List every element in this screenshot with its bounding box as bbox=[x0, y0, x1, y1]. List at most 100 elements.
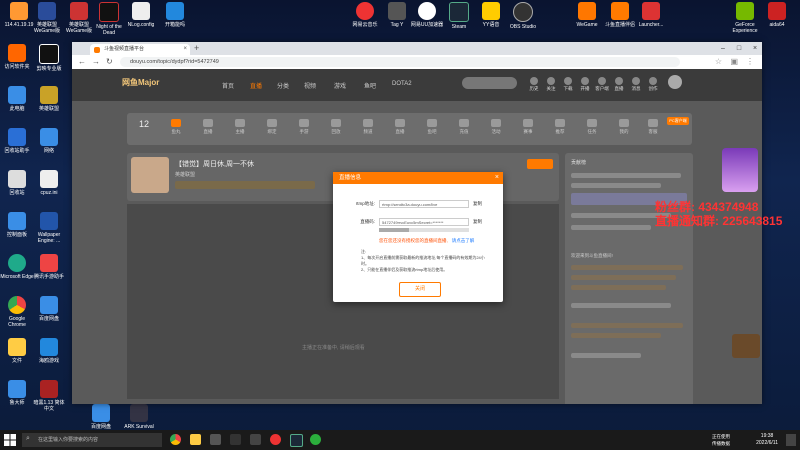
desktop-icon[interactable]: 访问软件夹 bbox=[0, 44, 34, 70]
create-button[interactable]: 创作 bbox=[646, 77, 660, 92]
category-item[interactable]: 我的 bbox=[613, 119, 635, 135]
pc-client-button[interactable]: PC客户端 bbox=[667, 117, 689, 125]
desktop-icon[interactable]: GeForce Experience bbox=[728, 2, 762, 34]
download-button[interactable]: 下载 bbox=[561, 77, 575, 92]
desktop-icon[interactable]: 鲁大师 bbox=[0, 380, 34, 406]
copy-rtmp-button[interactable]: 复制 bbox=[473, 201, 482, 207]
browser-tab[interactable]: 斗鱼视频直播平台 × bbox=[90, 44, 190, 55]
category-item[interactable]: 赛事 bbox=[517, 119, 539, 135]
reload-icon[interactable]: ↻ bbox=[106, 56, 113, 68]
category-item[interactable]: 12 bbox=[133, 119, 155, 129]
user-avatar[interactable] bbox=[668, 75, 682, 90]
desktop-icon[interactable]: OBS Studio bbox=[506, 2, 540, 30]
message-button[interactable]: 消息 bbox=[629, 77, 643, 92]
nav-home[interactable]: 首页 bbox=[222, 81, 234, 90]
netease-music-taskbar-icon[interactable] bbox=[270, 434, 281, 445]
desktop-icon[interactable]: 回收站助手 bbox=[0, 128, 34, 154]
category-item[interactable]: 直播 bbox=[389, 119, 411, 135]
desktop-icon[interactable]: 控制面板 bbox=[0, 212, 34, 238]
start-live-button[interactable]: 开播 bbox=[578, 77, 592, 92]
category-item[interactable]: 鱼丸 bbox=[165, 119, 187, 135]
app-taskbar-icon[interactable] bbox=[230, 434, 241, 445]
desktop-icon[interactable]: 开箱能吗 bbox=[158, 2, 192, 28]
category-item[interactable]: 主播 bbox=[229, 119, 251, 135]
client-button[interactable]: 客户端 bbox=[595, 77, 609, 92]
taskbar-clock[interactable]: 19:38 2022/6/11 bbox=[756, 433, 778, 447]
desktop-icon[interactable]: 英雄联盟 WeGame版 bbox=[62, 2, 96, 34]
desktop-icon[interactable]: Wallpaper Engine: ... bbox=[32, 212, 66, 244]
desktop-icon[interactable]: 网络 bbox=[32, 128, 66, 154]
nav-dota2[interactable]: DOTA2 bbox=[392, 81, 412, 87]
desktop-icon[interactable]: Microsoft Edge bbox=[0, 254, 34, 280]
streamer-avatar[interactable] bbox=[131, 157, 169, 193]
chrome-taskbar-icon[interactable] bbox=[170, 434, 181, 445]
desktop-icon[interactable]: aida64 bbox=[760, 2, 794, 28]
explorer-taskbar-icon[interactable] bbox=[190, 434, 201, 445]
minimize-button[interactable]: – bbox=[716, 42, 730, 55]
category-item[interactable]: 绑定 bbox=[261, 119, 283, 135]
app-taskbar-icon[interactable] bbox=[250, 434, 261, 445]
nav-games[interactable]: 游戏 bbox=[334, 81, 346, 90]
stream-code-field[interactable]: 5472749rrvcEuvc5mSecret=******* bbox=[379, 218, 469, 226]
category-item[interactable]: 鱼吧 bbox=[421, 119, 443, 135]
follow-button[interactable]: 关注 bbox=[544, 77, 558, 92]
taskbar-search[interactable]: 在这里输入你要搜索的内容 bbox=[22, 433, 162, 447]
desktop-icon[interactable]: 英雄联盟 WeGame版 bbox=[30, 2, 64, 34]
desktop-icon[interactable]: NLog.config bbox=[124, 2, 158, 28]
steam-taskbar-icon[interactable] bbox=[290, 434, 303, 447]
back-icon[interactable]: ← bbox=[78, 56, 86, 68]
scrollbar-thumb[interactable] bbox=[379, 228, 409, 232]
room-category[interactable]: 英雄联盟 bbox=[175, 171, 195, 178]
desktop-icon[interactable]: Google Chrome bbox=[0, 296, 34, 328]
desktop-icon[interactable]: 此电脑 bbox=[0, 86, 34, 112]
desktop-icon[interactable]: 网易云音乐 bbox=[348, 2, 382, 28]
live-button[interactable]: 直播 bbox=[612, 77, 626, 92]
desktop-icon[interactable]: 百度网盘 bbox=[32, 296, 66, 322]
desktop-icon[interactable]: 文件 bbox=[0, 338, 34, 364]
close-dialog-button[interactable]: 关闭 bbox=[399, 282, 441, 297]
desktop-icon[interactable]: Steam bbox=[442, 2, 476, 30]
url-field[interactable]: douyu.com/topic/dydpf?rid=5472749 bbox=[120, 57, 680, 67]
wechat-taskbar-icon[interactable] bbox=[310, 434, 321, 445]
ime-status[interactable]: 正在使用 传播数据 bbox=[712, 433, 730, 447]
forward-icon[interactable]: → bbox=[92, 56, 100, 68]
desktop-icon[interactable]: WeGame bbox=[570, 2, 604, 28]
copy-code-button[interactable]: 复制 bbox=[473, 219, 482, 225]
nav-video[interactable]: 视频 bbox=[304, 81, 316, 90]
site-logo[interactable]: 网鱼Major bbox=[122, 77, 159, 88]
desktop-icon[interactable]: cpuz.ini bbox=[32, 170, 66, 196]
desktop-icon[interactable]: 暗黑1.13 简体中文 bbox=[32, 380, 66, 412]
new-tab-button[interactable]: + bbox=[194, 42, 199, 55]
desktop-icon[interactable]: 斗鱼直播伴侣 bbox=[603, 2, 637, 28]
desktop-icon[interactable]: Launcher... bbox=[634, 2, 668, 28]
extension-icon[interactable]: ▣ bbox=[730, 56, 738, 68]
category-item[interactable]: 充值 bbox=[453, 119, 475, 135]
desktop-icon[interactable]: YY语音 bbox=[474, 2, 508, 28]
category-item[interactable]: 手游 bbox=[293, 119, 315, 135]
history-button[interactable]: 历史 bbox=[527, 77, 541, 92]
menu-icon[interactable]: ⋮ bbox=[746, 56, 754, 68]
promo-badge[interactable] bbox=[722, 148, 758, 192]
category-item[interactable]: 直播 bbox=[197, 119, 219, 135]
windows-start-icon[interactable] bbox=[4, 434, 16, 446]
code-scrollbar[interactable] bbox=[379, 228, 469, 232]
desktop-icon[interactable]: 网易UU加速器 bbox=[410, 2, 444, 28]
close-window-button[interactable]: × bbox=[748, 42, 762, 55]
maximize-button[interactable]: □ bbox=[732, 42, 746, 55]
dialog-close-icon[interactable]: × bbox=[495, 172, 499, 184]
nav-yuba[interactable]: 鱼吧 bbox=[364, 81, 376, 90]
notification-icon[interactable] bbox=[786, 434, 796, 446]
desktop-icon[interactable]: Tag Y bbox=[380, 2, 414, 28]
desktop-icon[interactable]: 百度网盘 bbox=[84, 404, 118, 430]
category-item[interactable]: 频道 bbox=[357, 119, 379, 135]
desktop-icon[interactable]: 英雄联盟 bbox=[32, 86, 66, 112]
rtmp-field[interactable]: rtmp://sendtc3a.douyu.com/live bbox=[379, 200, 469, 208]
desktop-icon[interactable]: Night of the Dead bbox=[92, 2, 126, 36]
site-search-input[interactable] bbox=[462, 77, 517, 89]
category-item[interactable]: 活动 bbox=[485, 119, 507, 135]
category-item[interactable]: 推荐 bbox=[549, 119, 571, 135]
category-item[interactable]: 任务 bbox=[581, 119, 603, 135]
desktop-icon[interactable]: 剪映专业版 bbox=[32, 44, 66, 72]
follow-room-button[interactable] bbox=[527, 159, 553, 169]
desktop-icon[interactable]: 回收站 bbox=[0, 170, 34, 196]
